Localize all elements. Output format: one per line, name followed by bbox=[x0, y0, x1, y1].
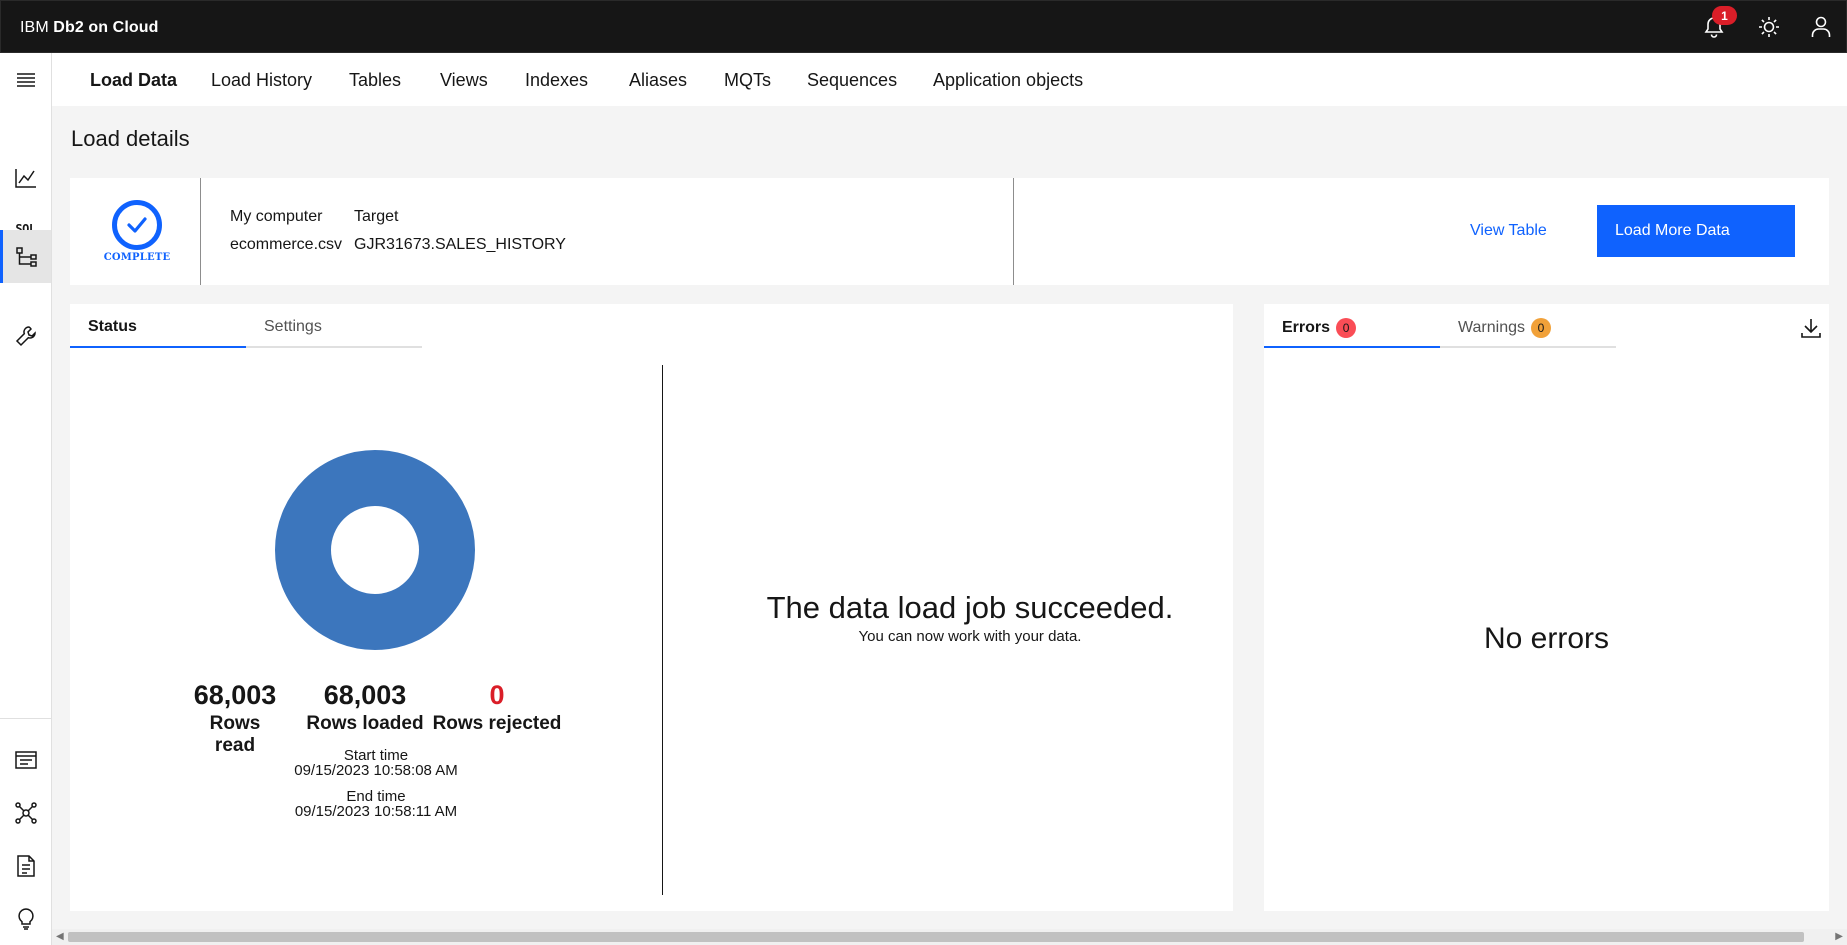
errors-panel: Errors 0 Warnings 0 No errors bbox=[1264, 304, 1829, 911]
rows-rejected-label: Rows rejected bbox=[432, 713, 562, 734]
tab-views[interactable]: Views bbox=[440, 70, 488, 91]
errors-count-badge: 0 bbox=[1336, 318, 1357, 338]
brand-name: Db2 on Cloud bbox=[53, 19, 159, 36]
document-icon[interactable] bbox=[0, 840, 51, 892]
tab-errors[interactable]: Errors 0 bbox=[1264, 304, 1440, 348]
load-more-data-button[interactable]: Load More Data bbox=[1597, 205, 1795, 257]
left-side-rail: SQL bbox=[0, 53, 52, 945]
rows-rejected-stat: 0 Rows rejected bbox=[432, 680, 562, 735]
tab-tables[interactable]: Tables bbox=[349, 70, 401, 91]
checkmark-icon bbox=[112, 200, 162, 250]
rows-rejected-value: 0 bbox=[489, 680, 505, 710]
status-panel: Status Settings 68,003 Rows read 68,003 … bbox=[70, 304, 1233, 911]
rows-read-stat: 68,003 Rows read bbox=[190, 680, 280, 757]
sun-icon[interactable] bbox=[1755, 13, 1783, 41]
load-summary-card: COMPLETE My computer ecommerce.csv Targe… bbox=[70, 178, 1829, 285]
object-nav-tabs: Load Data Load History Tables Views Inde… bbox=[52, 53, 1847, 106]
tree-icon[interactable] bbox=[0, 230, 51, 283]
rows-loaded-stat: 68,003 Rows loaded bbox=[304, 680, 426, 735]
scroll-right-arrow-icon[interactable]: ▶ bbox=[1835, 931, 1843, 942]
tab-load-history[interactable]: Load History bbox=[211, 70, 312, 91]
success-subtitle: You can now work with your data. bbox=[858, 628, 1082, 645]
download-icon[interactable] bbox=[1799, 316, 1823, 340]
tab-settings[interactable]: Settings bbox=[246, 304, 422, 348]
summary-divider-left bbox=[200, 178, 201, 285]
tab-application-objects[interactable]: Application objects bbox=[933, 70, 1083, 91]
warnings-tab-label: Warnings bbox=[1458, 319, 1525, 337]
notification-count-badge: 1 bbox=[1712, 6, 1737, 25]
status-panel-divider bbox=[662, 365, 663, 895]
start-time-label: Start time bbox=[343, 747, 409, 764]
wrench-icon[interactable] bbox=[0, 310, 51, 362]
rows-loaded-label: Rows loaded bbox=[306, 713, 424, 734]
network-icon[interactable] bbox=[0, 787, 51, 839]
target-header: Target bbox=[354, 208, 399, 225]
tab-indexes[interactable]: Indexes bbox=[525, 70, 588, 91]
no-errors-message: No errors bbox=[1483, 622, 1610, 655]
tab-load-data[interactable]: Load Data bbox=[90, 70, 177, 91]
summary-divider-right bbox=[1013, 178, 1014, 285]
brand-prefix: IBM bbox=[20, 19, 49, 36]
start-time-value: 09/15/2023 10:58:08 AM bbox=[294, 762, 458, 779]
horizontal-scrollbar[interactable]: ◀ ▶ bbox=[52, 929, 1847, 945]
tab-status[interactable]: Status bbox=[70, 304, 246, 348]
lightbulb-icon[interactable] bbox=[0, 893, 51, 945]
rail-divider bbox=[0, 718, 52, 719]
top-header: IBM Db2 on Cloud 1 bbox=[0, 0, 1847, 53]
scrollbar-thumb[interactable] bbox=[68, 932, 1804, 942]
rows-loaded-value: 68,003 bbox=[323, 680, 407, 710]
success-message: The data load job succeeded. You can now… bbox=[690, 590, 1250, 645]
complete-label: COMPLETE bbox=[103, 252, 171, 263]
target-table: GJR31673.SALES_HISTORY bbox=[354, 236, 566, 253]
app-brand[interactable]: IBM Db2 on Cloud bbox=[20, 19, 158, 37]
view-table-link[interactable]: View Table bbox=[1470, 222, 1547, 240]
start-time-block: Start time 09/15/2023 10:58:08 AM bbox=[240, 748, 512, 778]
tab-sequences[interactable]: Sequences bbox=[807, 70, 897, 91]
end-time-value: 09/15/2023 10:58:11 AM bbox=[294, 803, 458, 820]
complete-status-badge: COMPLETE bbox=[102, 200, 172, 263]
source-file: ecommerce.csv bbox=[230, 236, 343, 253]
rows-donut-chart bbox=[275, 450, 475, 650]
success-title: The data load job succeeded. bbox=[766, 590, 1174, 625]
warnings-count-badge: 0 bbox=[1530, 318, 1551, 338]
tab-aliases[interactable]: Aliases bbox=[629, 70, 687, 91]
menu-icon[interactable] bbox=[0, 54, 51, 106]
tab-mqts[interactable]: MQTs bbox=[724, 70, 771, 91]
tab-warnings[interactable]: Warnings 0 bbox=[1440, 304, 1616, 348]
console-icon[interactable] bbox=[0, 734, 51, 786]
source-header: My computer bbox=[230, 208, 323, 225]
scroll-left-arrow-icon[interactable]: ◀ bbox=[56, 931, 64, 942]
end-time-block: End time 09/15/2023 10:58:11 AM bbox=[240, 789, 512, 819]
errors-tab-label: Errors bbox=[1282, 319, 1331, 337]
page-title: Load details bbox=[71, 126, 190, 151]
user-icon[interactable] bbox=[1807, 13, 1835, 41]
donut-loaded-segment bbox=[275, 450, 475, 650]
end-time-label: End time bbox=[346, 788, 406, 805]
rows-read-value: 68,003 bbox=[193, 680, 277, 710]
chart-icon[interactable] bbox=[0, 152, 51, 204]
